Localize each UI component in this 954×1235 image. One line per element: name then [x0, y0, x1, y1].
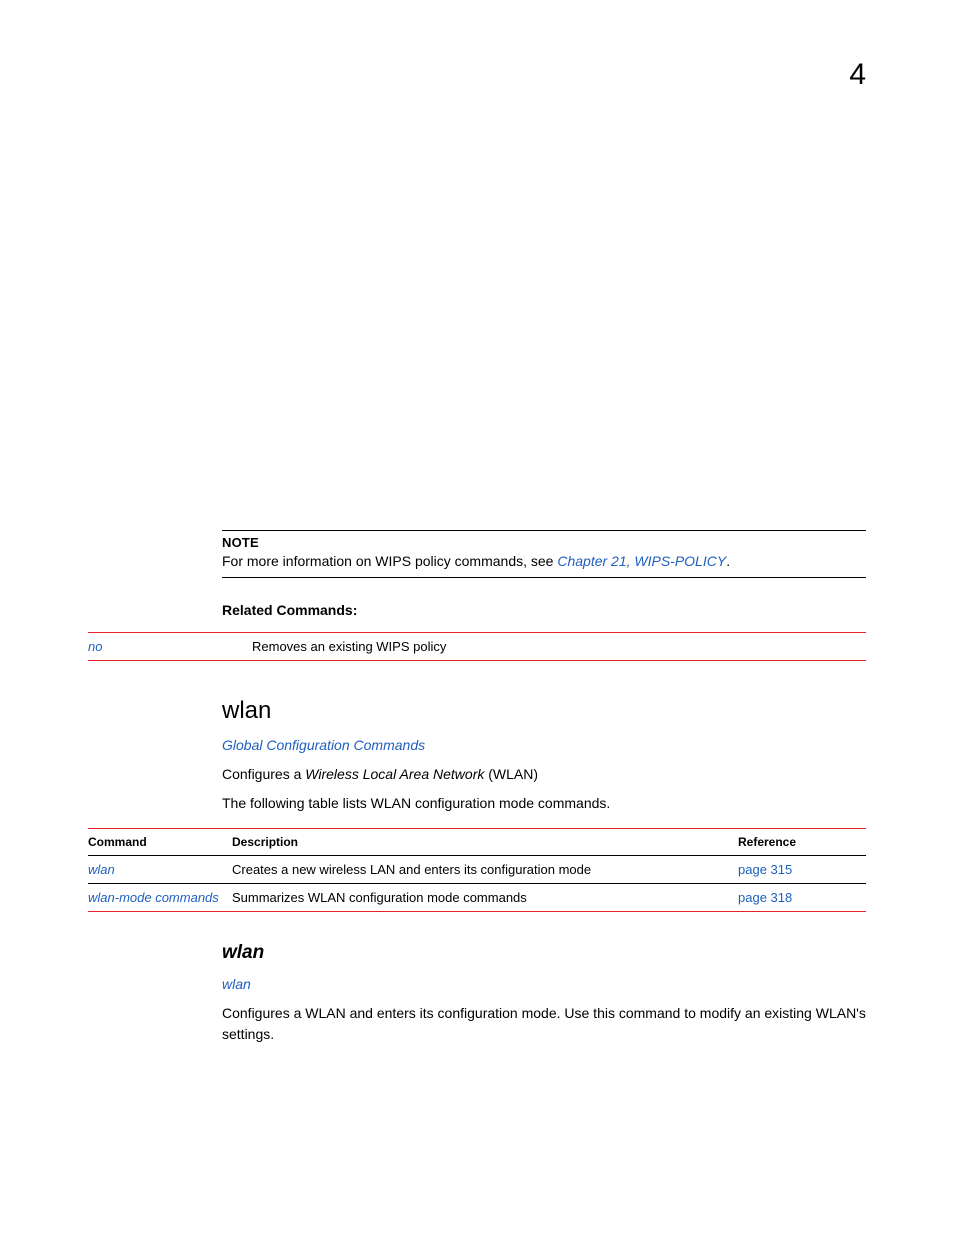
- section-subhead-link[interactable]: Global Configuration Commands: [222, 737, 425, 753]
- section-desc1: Configures a Wireless Local Area Network…: [222, 764, 866, 785]
- cmd-link[interactable]: wlan-mode commands: [88, 890, 219, 905]
- th-description: Description: [232, 828, 738, 855]
- cmd-ref-link[interactable]: page 315: [738, 862, 792, 877]
- note-title: NOTE: [222, 535, 866, 550]
- related-commands-heading: Related Commands:: [222, 602, 866, 618]
- wlan-commands-table: Command Description Reference wlan Creat…: [88, 828, 866, 912]
- desc1-suffix: (WLAN): [484, 766, 538, 782]
- related-cmd-desc: Removes an existing WIPS policy: [252, 632, 866, 660]
- note-prefix: For more information on WIPS policy comm…: [222, 553, 557, 569]
- section-heading-wlan: wlan: [222, 697, 866, 725]
- desc1-italic: Wireless Local Area Network: [305, 766, 484, 782]
- note-link[interactable]: Chapter 21, WIPS-POLICY: [557, 553, 726, 569]
- related-cmd-name[interactable]: no: [88, 639, 102, 654]
- page-number: 4: [849, 58, 866, 92]
- desc1-prefix: Configures a: [222, 766, 305, 782]
- section-desc2: The following table lists WLAN configura…: [222, 793, 866, 814]
- subsection-desc: Configures a WLAN and enters its configu…: [222, 1003, 866, 1045]
- cmd-link[interactable]: wlan: [88, 862, 115, 877]
- cmd-desc: Creates a new wireless LAN and enters it…: [232, 855, 738, 883]
- note-text: For more information on WIPS policy comm…: [222, 552, 866, 571]
- th-reference: Reference: [738, 828, 866, 855]
- subsection-heading-wlan: wlan: [222, 942, 866, 964]
- table-row: wlan Creates a new wireless LAN and ente…: [88, 855, 866, 883]
- related-commands-table: no Removes an existing WIPS policy: [88, 632, 866, 661]
- cmd-desc: Summarizes WLAN configuration mode comma…: [232, 883, 738, 911]
- table-row: wlan-mode commands Summarizes WLAN confi…: [88, 883, 866, 911]
- subsection-parent-link[interactable]: wlan: [222, 976, 251, 992]
- note-block: NOTE For more information on WIPS policy…: [222, 530, 866, 578]
- th-command: Command: [88, 828, 232, 855]
- note-suffix: .: [726, 553, 730, 569]
- cmd-ref-link[interactable]: page 318: [738, 890, 792, 905]
